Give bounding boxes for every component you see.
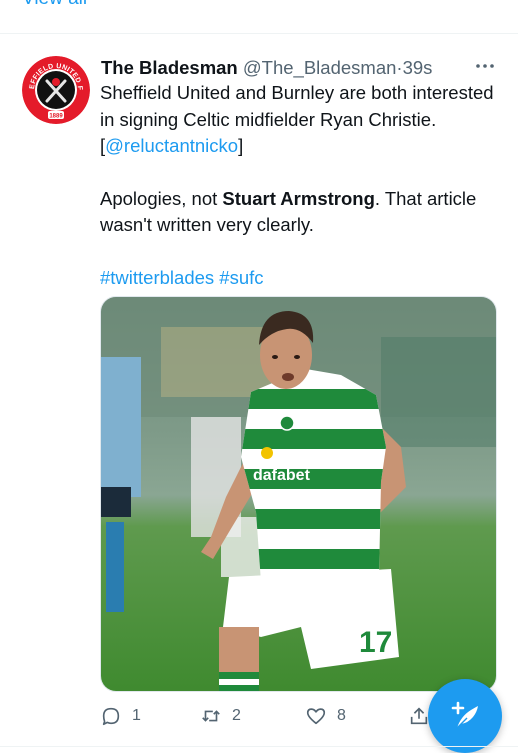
tweet-actions: 1 2 8: [100, 703, 480, 729]
svg-text:dafabet: dafabet: [253, 467, 311, 484]
like-icon: [306, 708, 326, 725]
hashtag-link[interactable]: #twitterblades: [100, 267, 214, 288]
author-handle[interactable]: @The_Bladesman: [243, 57, 397, 78]
divider: [0, 33, 518, 34]
view-all-link[interactable]: View all: [22, 0, 87, 10]
share-icon: [410, 707, 428, 725]
tweet-paragraph-2: Apologies, not Stuart Armstrong. That ar…: [100, 186, 500, 239]
tweet-text-part: ]: [238, 135, 244, 156]
tweet-paragraph-1: Sheffield United and Burnley are both in…: [100, 80, 500, 160]
retweet-count: 2: [232, 707, 241, 724]
author-name[interactable]: The Bladesman: [101, 57, 238, 78]
hashtag-link[interactable]: #sufc: [219, 267, 263, 288]
reply-count: 1: [132, 707, 141, 724]
share-button[interactable]: [408, 703, 430, 729]
reply-icon: [102, 707, 120, 726]
retweet-button[interactable]: 2: [200, 703, 241, 729]
compose-icon: [451, 701, 478, 729]
top-strip: View all: [0, 0, 518, 14]
tweet-hashtags: #twitterblades #sufc: [100, 265, 500, 292]
svg-text:1889: 1889: [49, 114, 63, 120]
tweet-text-part: Apologies, not: [100, 187, 223, 209]
more-icon[interactable]: [474, 58, 496, 74]
svg-text:17: 17: [359, 626, 392, 659]
divider: [0, 746, 518, 747]
like-count: 8: [337, 707, 346, 724]
mention-link[interactable]: @reluctantnicko: [105, 135, 238, 156]
retweet-icon: [202, 710, 220, 722]
bold-name: Stuart Armstrong: [222, 187, 375, 209]
tweet-time[interactable]: 39s: [403, 57, 433, 78]
like-button[interactable]: 8: [305, 703, 346, 729]
avatar[interactable]: SHEFFIELD UNITED F.C. 1889: [22, 56, 90, 124]
tweet-media-image[interactable]: dafabet 17: [100, 296, 497, 692]
tweet-header: The Bladesman @The_Bladesman·39s: [101, 56, 511, 80]
tweet-text: Sheffield United and Burnley are both in…: [100, 80, 500, 291]
sheffield-united-badge: SHEFFIELD UNITED F.C. 1889: [22, 56, 90, 124]
player-photo: dafabet 17: [101, 297, 496, 691]
reply-button[interactable]: 1: [100, 703, 141, 729]
compose-tweet-button[interactable]: [428, 679, 502, 753]
